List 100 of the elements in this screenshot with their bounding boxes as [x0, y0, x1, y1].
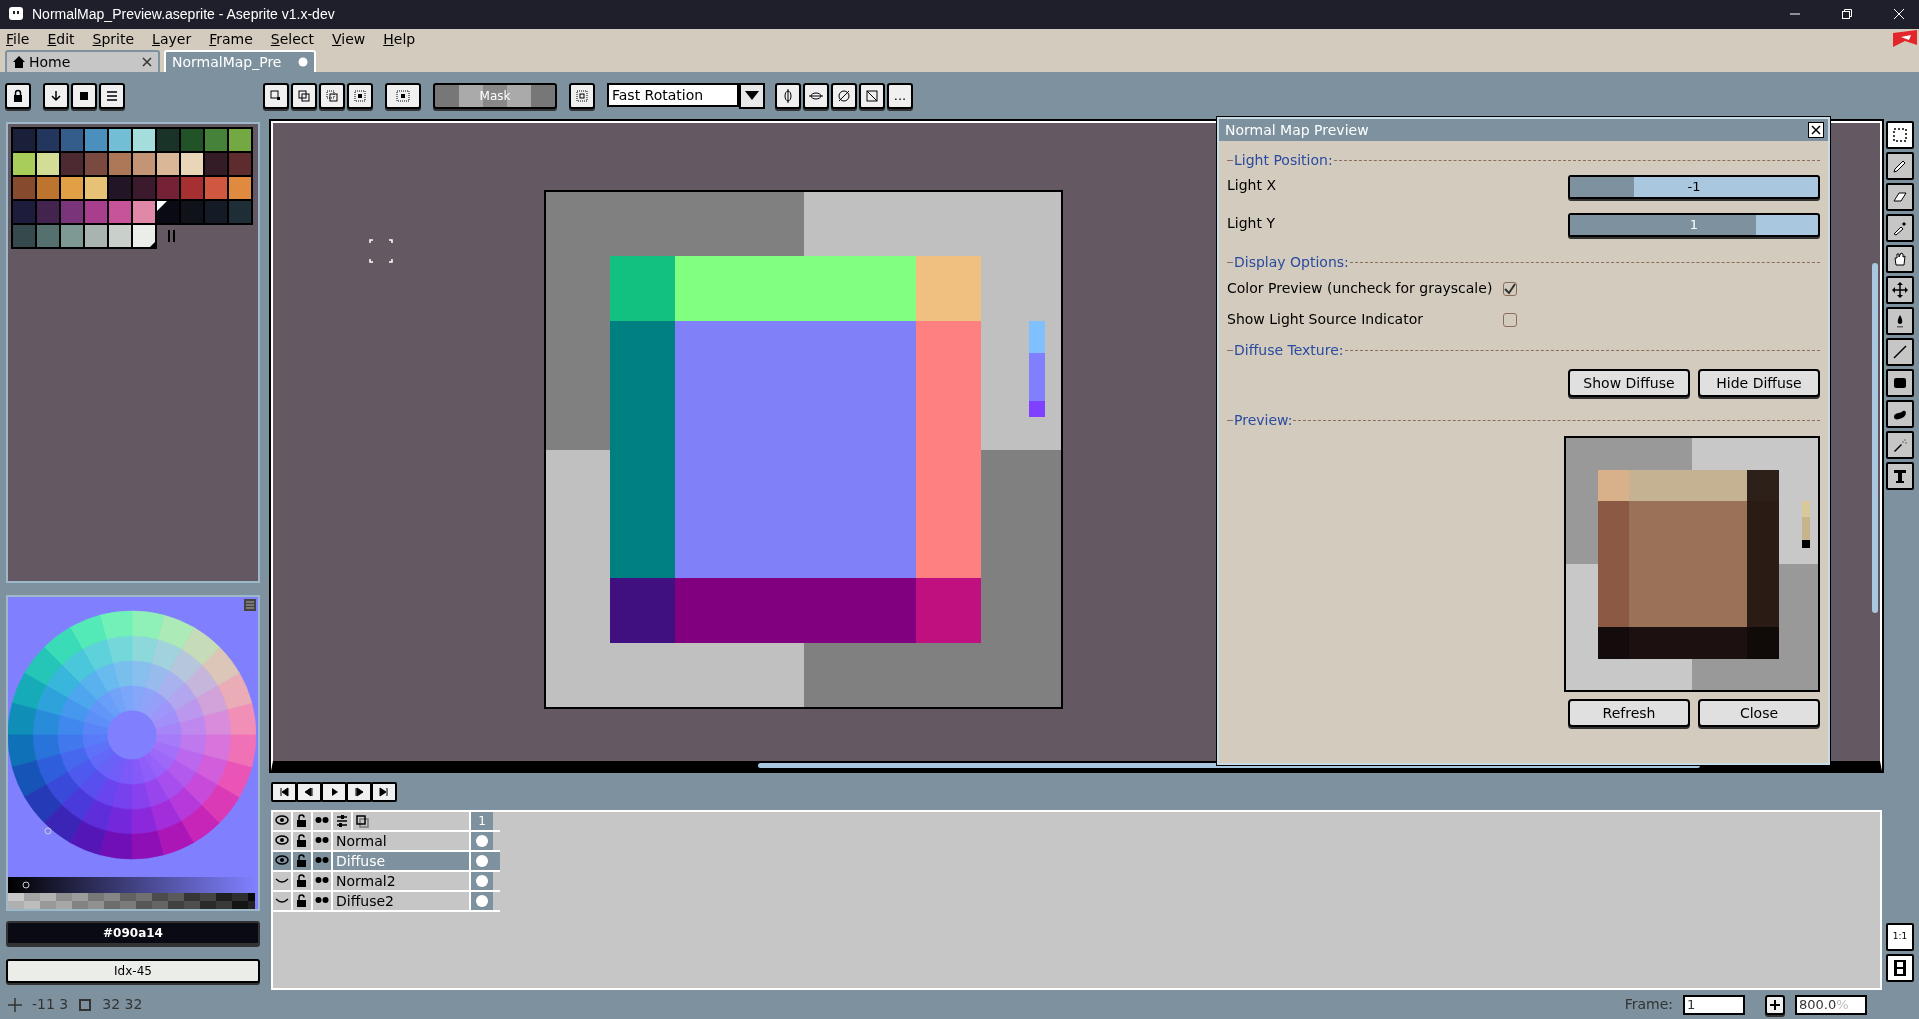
- tool-button[interactable]: [1886, 183, 1914, 212]
- color-swatch[interactable]: [133, 225, 155, 248]
- frame-nav-button[interactable]: [346, 782, 372, 803]
- color-swatch[interactable]: [181, 177, 203, 200]
- more-button[interactable]: ...: [887, 82, 913, 109]
- tool-button[interactable]: [1886, 245, 1914, 274]
- square-button[interactable]: [71, 82, 97, 109]
- lock-icon[interactable]: [295, 894, 309, 909]
- frame-nav-button[interactable]: [296, 782, 322, 803]
- color-swatch[interactable]: [85, 153, 107, 176]
- menu-item[interactable]: Help: [383, 29, 416, 49]
- frame-field[interactable]: 1: [1683, 994, 1745, 1015]
- lock-icon[interactable]: [295, 834, 309, 849]
- color-swatch[interactable]: [109, 129, 131, 152]
- color-swatch[interactable]: [37, 225, 59, 248]
- color-swatch[interactable]: [13, 177, 35, 200]
- frame-nav-button[interactable]: [321, 782, 347, 803]
- color-swatch[interactable]: [37, 129, 59, 152]
- layer-row[interactable]: Normal2: [273, 872, 500, 893]
- tool-button[interactable]: [1886, 431, 1914, 460]
- cel-icon[interactable]: [475, 834, 489, 849]
- close-icon[interactable]: [1808, 122, 1824, 138]
- color-swatch[interactable]: [133, 201, 155, 224]
- color-swatch[interactable]: [133, 129, 155, 152]
- color-swatch[interactable]: [181, 201, 203, 224]
- tool-button[interactable]: [1886, 338, 1914, 367]
- color-swatch[interactable]: [109, 201, 131, 224]
- grid-button[interactable]: [569, 82, 595, 109]
- transform-button[interactable]: [831, 82, 857, 109]
- color-swatch[interactable]: [13, 129, 35, 152]
- cel-icon[interactable]: [475, 854, 489, 869]
- selection-mode-button[interactable]: [291, 82, 317, 109]
- menu-icon[interactable]: [244, 599, 256, 612]
- color-swatch[interactable]: [181, 129, 203, 152]
- color-swatch[interactable]: [37, 153, 59, 176]
- tool-button[interactable]: [1886, 400, 1914, 429]
- color-swatch[interactable]: [181, 153, 203, 176]
- tool-button[interactable]: [1886, 152, 1914, 181]
- zoom-reset-button[interactable]: 1:1: [1886, 923, 1914, 952]
- filmstrip-button[interactable]: [1886, 954, 1914, 983]
- tab[interactable]: Home: [5, 50, 160, 73]
- color-swatch[interactable]: [205, 177, 227, 200]
- color-swatch[interactable]: [61, 201, 83, 224]
- lock-button[interactable]: [5, 82, 31, 109]
- tool-button[interactable]: [1886, 121, 1914, 150]
- frame-nav-button[interactable]: [271, 782, 297, 803]
- color-swatch[interactable]: [85, 177, 107, 200]
- menu-item[interactable]: View: [332, 29, 366, 49]
- transform-button[interactable]: [775, 82, 801, 109]
- color-swatch[interactable]: [205, 129, 227, 152]
- menu-item[interactable]: File: [6, 29, 30, 49]
- sliders-icon[interactable]: [335, 814, 349, 829]
- pixel-brush-button[interactable]: [385, 82, 421, 109]
- layer-row[interactable]: Diffuse2: [273, 892, 500, 913]
- color-swatch[interactable]: [13, 225, 35, 248]
- color-swatch[interactable]: [109, 177, 131, 200]
- transform-button[interactable]: [859, 82, 885, 109]
- close-icon[interactable]: [142, 57, 152, 68]
- menu-item[interactable]: Sprite: [92, 29, 135, 49]
- slider[interactable]: -1: [1568, 175, 1820, 199]
- color-swatch[interactable]: [157, 201, 179, 224]
- color-swatch[interactable]: [229, 177, 251, 200]
- menu-button[interactable]: [99, 82, 125, 109]
- selection-mode-button[interactable]: [347, 82, 373, 109]
- color-swatch[interactable]: [61, 153, 83, 176]
- add-frame-button[interactable]: [1765, 994, 1785, 1015]
- color-swatch[interactable]: [229, 201, 251, 224]
- selection-mode-button[interactable]: [263, 82, 289, 109]
- color-swatch[interactable]: [157, 153, 179, 176]
- color-swatch[interactable]: [37, 201, 59, 224]
- cel-icon[interactable]: [475, 874, 489, 889]
- color-swatch[interactable]: [85, 129, 107, 152]
- menu-item[interactable]: Frame: [209, 29, 253, 49]
- color-swatch[interactable]: [13, 153, 35, 176]
- lock-icon[interactable]: [295, 854, 309, 869]
- vertical-scrollbar[interactable]: [1872, 263, 1878, 614]
- color-swatch[interactable]: [157, 129, 179, 152]
- color-swatch[interactable]: [61, 177, 83, 200]
- color-swatch[interactable]: [37, 177, 59, 200]
- checkbox[interactable]: [1503, 312, 1517, 327]
- color-swatch[interactable]: [205, 153, 227, 176]
- tool-button[interactable]: [1886, 462, 1914, 491]
- color-swatch[interactable]: [133, 153, 155, 176]
- color-swatch[interactable]: [85, 225, 107, 248]
- mask-toggle[interactable]: Mask: [433, 82, 557, 109]
- zoom-field[interactable]: 800.0%: [1795, 994, 1867, 1015]
- maximize-icon[interactable]: [1841, 8, 1853, 21]
- tool-button[interactable]: [1886, 307, 1914, 336]
- checkbox[interactable]: [1503, 281, 1517, 296]
- layers-icon[interactable]: [356, 815, 370, 830]
- cel-icon[interactable]: [475, 894, 489, 909]
- import-button[interactable]: [43, 82, 69, 109]
- transform-button[interactable]: [803, 82, 829, 109]
- color-swatch[interactable]: [109, 153, 131, 176]
- lock-icon[interactable]: [295, 874, 309, 889]
- color-swatch[interactable]: [61, 225, 83, 248]
- color-swatch[interactable]: [133, 177, 155, 200]
- hex-color-field[interactable]: #090a14: [6, 921, 260, 946]
- menu-item[interactable]: Layer: [152, 29, 192, 49]
- selection-mode-button[interactable]: [319, 82, 345, 109]
